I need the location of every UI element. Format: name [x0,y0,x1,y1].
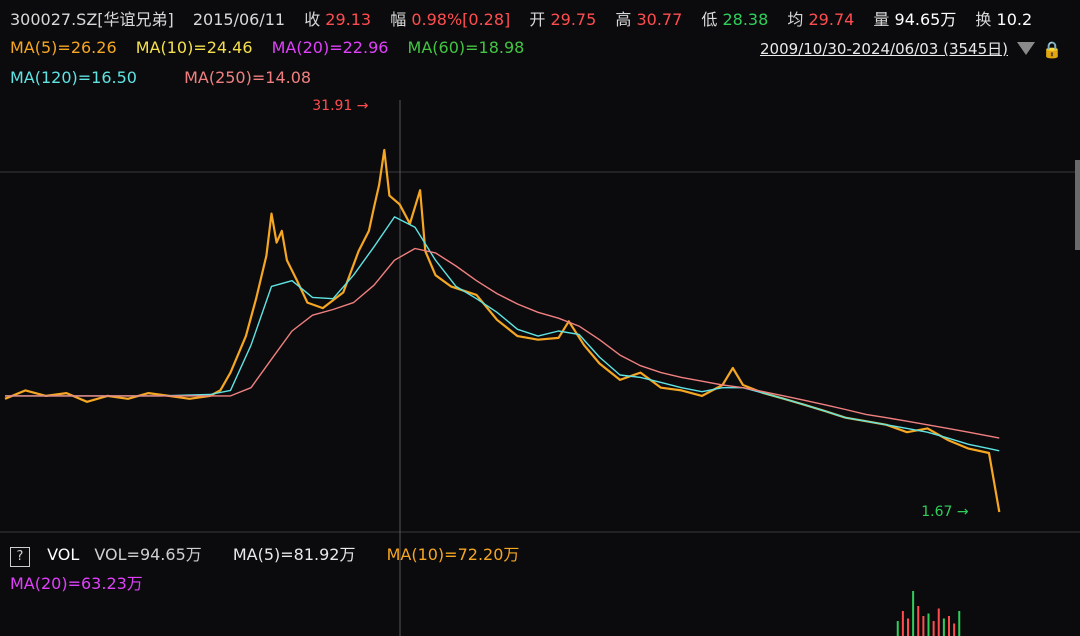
vol-ma5: MA(5)=81.92万 [232,545,356,564]
help-icon[interactable]: ? [10,547,30,567]
volume-bar [932,621,935,636]
volume-bar [901,611,904,636]
volume-header: ? VOL VOL=94.65万 MA(5)=81.92万 MA(10)=72.… [10,541,519,567]
open-value: 29.75 [550,10,597,29]
quote-date: 2015/06/11 [192,10,286,29]
volume-bar [896,621,899,636]
volume-bar [958,611,961,636]
volume-value: 94.65万 [894,10,957,29]
ma5-label: MA(5)=26.26 [10,38,117,57]
volume-bar [953,623,956,636]
volume-bar [922,616,925,636]
close-value: 29.13 [325,10,372,29]
vol-ma10: MA(10)=72.20万 [386,545,520,564]
volume-bar [948,616,950,636]
stock-code: 300027.SZ[华谊兄弟] [10,10,174,29]
range-dropdown-icon[interactable] [1017,42,1035,55]
turnover-value: 10.2 [996,10,1033,29]
ma120-label: MA(120)=16.50 [10,68,137,87]
volume-bar [927,613,930,636]
date-range-selector[interactable]: 2009/10/30-2024/06/03 (3545日) [760,38,1008,59]
ma20-label: MA(20)=22.96 [271,38,389,57]
vol-ma20: MA(20)=63.23万 [10,574,143,593]
high-value: 30.77 [636,10,683,29]
ma10-label: MA(10)=24.46 [135,38,253,57]
ma250-label: MA(250)=14.08 [184,68,312,87]
volume-bar [942,618,945,636]
ma60-label: MA(60)=18.98 [407,38,525,57]
quote-header: 300027.SZ[华谊兄弟] 2015/06/11 收 29.13 幅 0.9… [10,10,1033,29]
vol-title: VOL [47,545,80,564]
avg-value: 29.74 [808,10,855,29]
series-line-ma5 [4,148,1001,513]
volume-bar [917,606,920,636]
low-value: 28.38 [722,10,769,29]
series-line-ma250 [5,247,1000,439]
lock-icon[interactable]: 🔒 [1042,40,1062,59]
ma-legend-row2: MA(120)=16.50 MA(250)=14.08 [10,68,325,87]
series-line-ma60 [5,216,1000,452]
ma-legend-row1: MA(5)=26.26 MA(10)=24.46 MA(20)=22.96 MA… [10,38,538,57]
amp-value: 0.98%[0.28] [411,10,511,29]
volume-bar [907,618,909,636]
volume-bar [937,608,940,636]
low-annotation: 1.67 → [921,504,969,520]
volume-bar [912,591,915,636]
vol-value: VOL=94.65万 [94,545,202,564]
scroll-handle [1075,160,1080,250]
peak-annotation: 31.91 → [312,98,369,114]
